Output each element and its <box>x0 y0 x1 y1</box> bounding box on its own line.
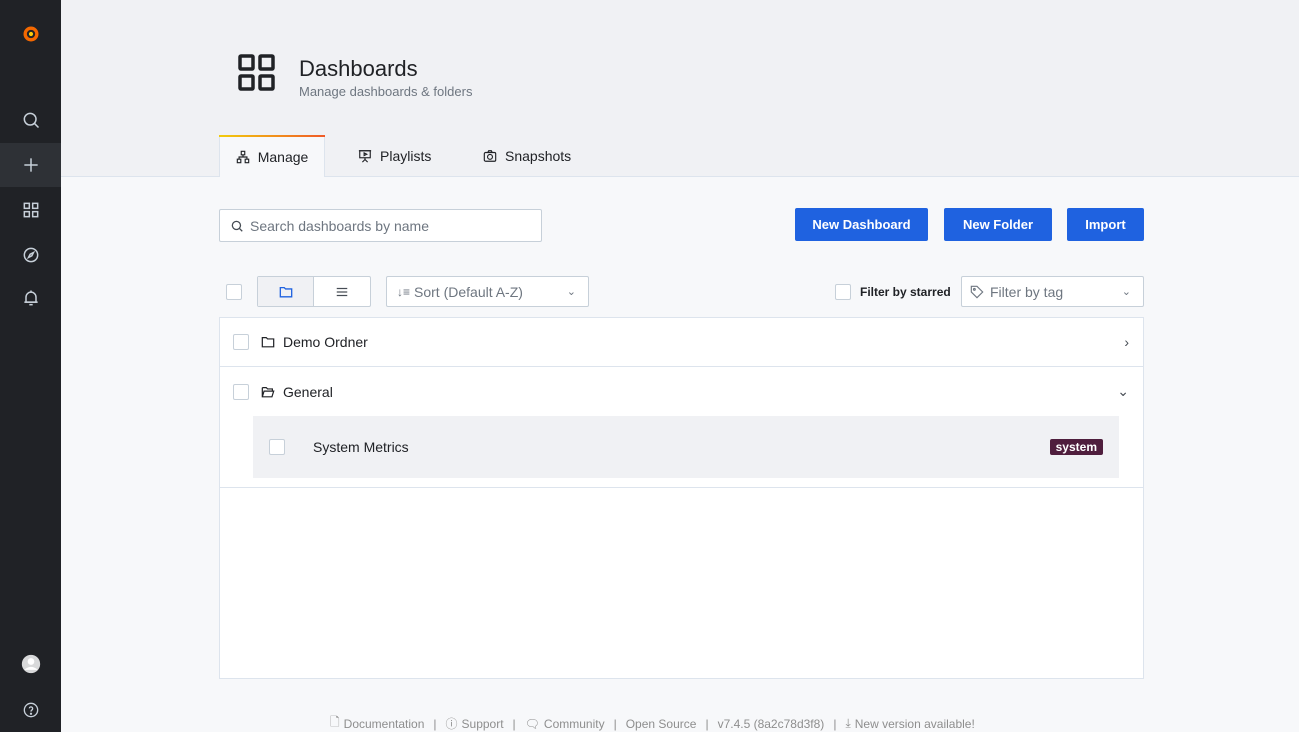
explore-compass-icon[interactable] <box>0 235 61 275</box>
footer-separator: | <box>433 716 437 731</box>
filter-starred-label: Filter by starred <box>860 285 951 299</box>
footer: 🗋 Documentation | ⓘ Support | 🗨 Communit… <box>330 713 975 732</box>
sort-select[interactable]: ↓≡ Sort (Default A-Z) ⌄ <box>386 276 589 307</box>
list-view-button[interactable] <box>314 277 370 306</box>
camera-icon <box>483 150 497 162</box>
new-dashboard-button[interactable]: New Dashboard <box>795 208 928 241</box>
folder-row[interactable]: General ⌄ <box>220 367 1143 416</box>
tab-snapshots-label: Snapshots <box>505 148 572 164</box>
folder-open-icon <box>261 386 275 397</box>
footer-version: v7.4.5 (8a2c78d3f8) <box>717 716 825 731</box>
folder-view-button[interactable] <box>258 277 315 306</box>
sort-label: Sort (Default A-Z) <box>414 283 523 300</box>
view-toggle <box>257 276 371 307</box>
folder-icon <box>261 337 275 348</box>
tag-filter-select[interactable]: Filter by tag ⌄ <box>961 276 1144 307</box>
dashboards-icon <box>237 53 277 98</box>
folder-name: Demo Ordner <box>283 334 368 350</box>
tab-manage[interactable]: Manage <box>219 135 325 177</box>
list-icon <box>336 287 348 296</box>
presentation-icon <box>358 150 372 163</box>
footer-support-link[interactable]: Support <box>462 717 504 731</box>
divider <box>220 487 1143 488</box>
grafana-logo-icon[interactable] <box>0 12 61 56</box>
search-icon <box>231 220 243 232</box>
footer-separator: | <box>512 716 516 731</box>
dashboard-checkbox[interactable] <box>269 439 285 455</box>
create-plus-icon[interactable] <box>0 143 61 187</box>
new-folder-button[interactable]: New Folder <box>944 208 1052 241</box>
folder-checkbox[interactable] <box>233 383 249 400</box>
footer-separator: | <box>613 716 617 731</box>
chevron-right-icon[interactable]: › <box>1124 334 1129 350</box>
document-icon: 🗋 <box>330 715 340 729</box>
tab-snapshots[interactable]: Snapshots <box>483 135 571 177</box>
user-avatar[interactable] <box>0 644 61 684</box>
tag-filter-placeholder: Filter by tag <box>990 283 1064 300</box>
chevron-down-icon: ⌄ <box>566 286 576 298</box>
footer-documentation-link[interactable]: Documentation <box>344 717 425 731</box>
question-circle-icon: ⓘ <box>445 717 458 731</box>
folder-name: General <box>283 383 333 400</box>
comments-icon: 🗨 <box>524 716 540 731</box>
footer-community-link[interactable]: Community <box>544 717 605 731</box>
page-subtitle: Manage dashboards & folders <box>299 84 473 99</box>
footer-separator: | <box>833 716 837 731</box>
folder-icon <box>279 286 292 297</box>
search-input[interactable]: Search dashboards by name <box>219 209 542 242</box>
sidebar <box>0 0 61 732</box>
dashboard-list: Demo Ordner › General ⌄ System Metrics s… <box>219 317 1144 679</box>
page-header: Dashboards Manage dashboards & folders M… <box>61 0 1299 177</box>
dashboard-name: System Metrics <box>313 439 409 455</box>
alerting-bell-icon[interactable] <box>0 278 61 318</box>
tag-badge[interactable]: system <box>1049 439 1103 455</box>
footer-new-version-link[interactable]: New version available! <box>855 717 975 731</box>
filter-starred[interactable]: Filter by starred <box>835 284 951 300</box>
search-icon[interactable] <box>0 100 61 140</box>
tag-icon <box>970 285 984 298</box>
filter-starred-checkbox[interactable] <box>835 284 851 300</box>
chevron-down-icon: ⌄ <box>1121 286 1131 298</box>
dashboard-row[interactable]: System Metrics system <box>253 416 1119 478</box>
sitemap-icon <box>236 150 249 164</box>
footer-open-source-link[interactable]: Open Source <box>626 717 697 731</box>
folder-row[interactable]: Demo Ordner › <box>220 318 1143 367</box>
folder-checkbox[interactable] <box>233 334 249 350</box>
footer-separator: | <box>705 716 709 731</box>
search-placeholder: Search dashboards by name <box>250 217 429 234</box>
help-icon[interactable] <box>0 690 61 730</box>
page-title: Dashboards <box>299 56 418 81</box>
tab-playlists-label: Playlists <box>380 148 432 164</box>
tab-manage-label: Manage <box>257 149 309 165</box>
download-icon: ⤓ <box>845 716 851 730</box>
tab-playlists[interactable]: Playlists <box>358 135 431 177</box>
import-button[interactable]: Import <box>1067 208 1144 241</box>
chevron-down-icon[interactable]: ⌄ <box>1117 383 1129 400</box>
dashboards-icon[interactable] <box>0 190 61 230</box>
sort-icon: ↓≡ <box>397 284 411 299</box>
select-all-checkbox[interactable] <box>226 284 242 300</box>
